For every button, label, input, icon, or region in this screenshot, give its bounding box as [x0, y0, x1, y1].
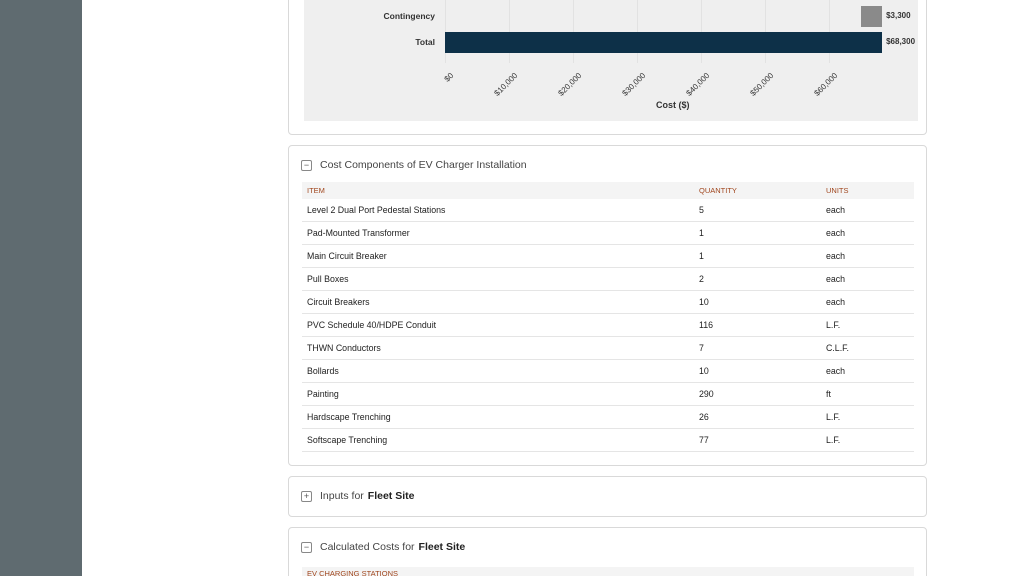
cost-chart: Contractor Profit$5,200Contingency$3,300… [304, 0, 918, 121]
value-label: $3,300 [886, 11, 911, 20]
column-header-quantity: QUANTITY [699, 186, 737, 195]
calc-site-name: Fleet Site [418, 541, 466, 553]
collapse-icon[interactable]: − [301, 159, 312, 171]
cell-quantity: 26 [699, 412, 709, 422]
cost-components-table: ITEM QUANTITY UNITS Level 2 Dual Port Pe… [302, 182, 914, 452]
cell-units: each [826, 205, 846, 215]
cell-item: THWN Conductors [307, 343, 381, 353]
cell-quantity: 290 [699, 389, 714, 399]
cell-units: ft [826, 389, 831, 399]
cell-quantity: 1 [699, 251, 704, 261]
total-bar [445, 31, 883, 53]
cell-units: L.F. [826, 320, 841, 330]
cost-components-panel: − Cost Components of EV Charger Installa… [288, 145, 927, 466]
expand-icon[interactable]: + [301, 490, 312, 502]
inputs-label: Inputs for [320, 490, 364, 502]
cell-units: each [826, 251, 846, 261]
cell-item: Level 2 Dual Port Pedestal Stations [307, 205, 446, 215]
table-header: ITEM QUANTITY UNITS [302, 182, 914, 199]
column-header-item: ITEM [307, 186, 325, 195]
x-tick-label: $10,000 [492, 71, 520, 98]
ev-charging-stations-header: EV CHARGING STATIONS [302, 567, 914, 576]
cell-item: Pull Boxes [307, 274, 349, 284]
x-tick-label: $40,000 [684, 71, 712, 98]
cell-quantity: 10 [699, 297, 709, 307]
table-row: Level 2 Dual Port Pedestal Stations 5 each [302, 199, 914, 222]
cell-quantity: 1 [699, 228, 704, 238]
cost-chart-panel: Contractor Profit$5,200Contingency$3,300… [288, 0, 927, 135]
x-tick-label: $60,000 [812, 71, 840, 98]
cell-units: each [826, 274, 846, 284]
table-row: PVC Schedule 40/HDPE Conduit 116 L.F. [302, 314, 914, 337]
calculated-costs-header[interactable]: − Calculated Costs for Fleet Site [301, 541, 465, 553]
cell-units: L.F. [826, 412, 841, 422]
inputs-site-name: Fleet Site [367, 490, 415, 502]
cell-units: L.F. [826, 435, 841, 445]
x-tick-label: $20,000 [556, 71, 584, 98]
x-tick-label: $0 [442, 71, 456, 84]
table-row: Painting 290 ft [302, 383, 914, 406]
cell-quantity: 10 [699, 366, 709, 376]
cell-quantity: 77 [699, 435, 709, 445]
x-tick-label: $50,000 [748, 71, 776, 98]
cell-quantity: 7 [699, 343, 704, 353]
x-tick-label: $30,000 [620, 71, 648, 98]
cell-units: each [826, 228, 846, 238]
cell-item: Hardscape Trenching [307, 412, 391, 422]
cell-units: C.L.F. [826, 343, 849, 353]
cell-units: each [826, 297, 846, 307]
table-row: Main Circuit Breaker 1 each [302, 245, 914, 268]
calc-label: Calculated Costs for [320, 541, 415, 553]
cell-quantity: 116 [699, 320, 714, 330]
cell-item: Circuit Breakers [307, 297, 370, 307]
table-row: Bollards 10 each [302, 360, 914, 383]
table-row: Hardscape Trenching 26 L.F. [302, 406, 914, 429]
collapse-icon[interactable]: − [301, 541, 312, 553]
cell-item: Pad-Mounted Transformer [307, 228, 410, 238]
cell-item: Main Circuit Breaker [307, 251, 387, 261]
table-row: Pad-Mounted Transformer 1 each [302, 222, 914, 245]
table-row: THWN Conductors 7 C.L.F. [302, 337, 914, 360]
x-axis-title: Cost ($) [656, 100, 690, 110]
inputs-panel: + Inputs for Fleet Site [288, 476, 927, 517]
table-row: Softscape Trenching 77 L.F. [302, 429, 914, 452]
cell-quantity: 2 [699, 274, 704, 284]
section-title: Cost Components of EV Charger Installati… [320, 159, 527, 171]
cost-bar [861, 5, 883, 27]
left-sidebar [0, 0, 82, 576]
category-label: Total [415, 37, 435, 47]
category-label: Contingency [383, 11, 435, 21]
cost-components-header[interactable]: − Cost Components of EV Charger Installa… [301, 159, 527, 171]
column-header-units: UNITS [826, 186, 849, 195]
value-label: $68,300 [886, 37, 916, 46]
cell-units: each [826, 366, 846, 376]
cell-item: Bollards [307, 366, 339, 376]
inputs-header[interactable]: + Inputs for Fleet Site [301, 490, 414, 502]
cell-item: PVC Schedule 40/HDPE Conduit [307, 320, 437, 330]
table-row: Circuit Breakers 10 each [302, 291, 914, 314]
cell-quantity: 5 [699, 205, 704, 215]
calculated-costs-panel: − Calculated Costs for Fleet Site EV CHAR… [288, 527, 927, 576]
cell-item: Softscape Trenching [307, 435, 388, 445]
table-row: Pull Boxes 2 each [302, 268, 914, 291]
cell-item: Painting [307, 389, 339, 399]
